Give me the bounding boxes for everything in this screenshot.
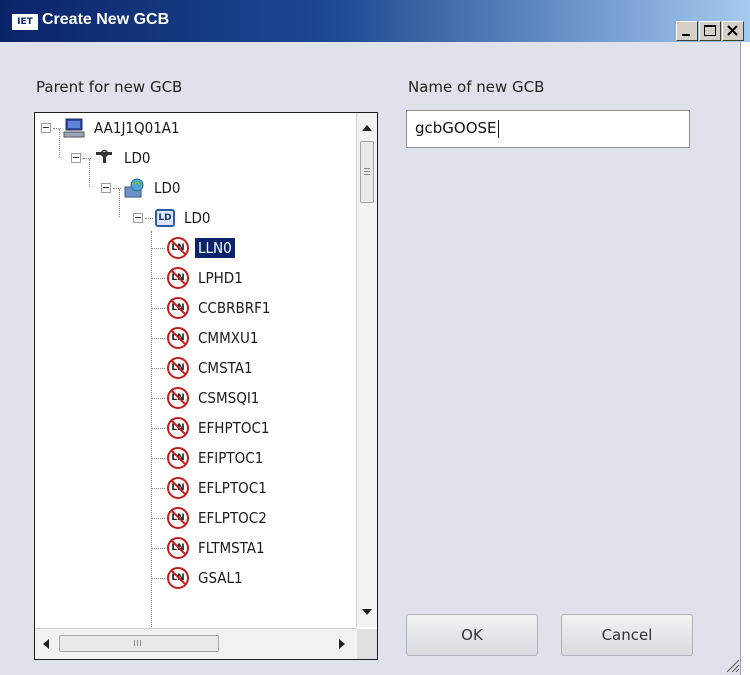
text-caret [497, 119, 499, 138]
parent-tree-view[interactable]: AA1J1Q01A1 LD0 LD0 LD LD0 LN LLN0 LN LPHD1 L… [34, 112, 378, 660]
logical-node-icon: LN [167, 507, 189, 529]
server-globe-icon [123, 177, 145, 199]
tree-node-label: EFLPTOC2 [198, 509, 267, 527]
tree-node-label: CCBRBRF1 [198, 299, 271, 317]
maximize-button[interactable] [699, 21, 721, 41]
close-icon [727, 25, 738, 36]
tree-node-label: EFIPTOC1 [198, 449, 264, 467]
logical-node-icon: LN [167, 327, 189, 349]
parent-label: Parent for new GCB [36, 78, 183, 96]
minimize-button[interactable] [676, 21, 698, 41]
tree-node-label: CSMSQI1 [198, 389, 260, 407]
tree-node-label: LD0 [154, 179, 181, 197]
tree-node-label: LD0 [124, 149, 151, 167]
tree-node-label: EFLPTOC1 [198, 479, 267, 497]
tree-node-label: LD0 [184, 209, 211, 227]
tree-node-label: CMMXU1 [198, 329, 259, 347]
ok-button[interactable]: OK [406, 614, 538, 656]
name-label: Name of new GCB [408, 78, 545, 96]
collapse-toggle[interactable] [41, 123, 51, 133]
tree-node-ln[interactable]: LN CSMSQI1 [151, 383, 262, 413]
logical-device-icon: LD [155, 209, 175, 227]
tree-node-label: AA1J1Q01A1 [94, 119, 180, 137]
scroll-right-icon[interactable] [339, 639, 345, 649]
logical-node-icon: LN [167, 417, 189, 439]
tree-node-level3[interactable]: LD LD0 [133, 203, 214, 233]
tree-node-ln[interactable]: LN EFHPTOC1 [151, 413, 272, 443]
tree-node-ln[interactable]: LN EFLPTOC2 [151, 503, 270, 533]
vertical-scroll-thumb[interactable] [360, 141, 374, 203]
dialog-window: IET Create New GCB Parent for new GCB Na… [0, 0, 750, 675]
tree-node-label: FLTMSTA1 [198, 539, 265, 557]
resize-grip-icon[interactable] [724, 657, 740, 673]
tree-node-label: CMSTA1 [198, 359, 253, 377]
collapse-toggle[interactable] [71, 153, 81, 163]
logical-node-icon: LN [167, 537, 189, 559]
logical-node-icon: LN [167, 387, 189, 409]
maximize-icon [704, 25, 716, 36]
scroll-down-icon[interactable] [362, 609, 372, 615]
title-bar[interactable]: IET Create New GCB [0, 0, 750, 42]
tree-node-ln[interactable]: LN LLN0 [151, 233, 235, 263]
logical-node-icon: LN [167, 477, 189, 499]
tree-node-level2[interactable]: LD0 [101, 173, 184, 203]
scroll-corner [357, 629, 377, 659]
tree-node-label: LLN0 [195, 238, 235, 258]
tree-node-ln[interactable]: LN LPHD1 [151, 263, 246, 293]
logical-node-icon: LN [167, 357, 189, 379]
gcb-name-input[interactable]: gcbGOOSE [406, 110, 690, 148]
minimize-icon [682, 34, 690, 36]
tree-node-ln[interactable]: LN GSAL1 [151, 563, 246, 593]
tree-node-ln[interactable]: LN CMSTA1 [151, 353, 256, 383]
tree-node-label: EFHPTOC1 [198, 419, 270, 437]
tree-node-ln[interactable]: LN EFLPTOC1 [151, 473, 270, 503]
tree-node-ln[interactable]: LN EFIPTOC1 [151, 443, 266, 473]
tree-node-label: LPHD1 [198, 269, 243, 287]
collapse-toggle[interactable] [133, 213, 143, 223]
access-point-icon [93, 147, 115, 169]
logical-node-icon: LN [167, 297, 189, 319]
tree-node-ln[interactable]: LN FLTMSTA1 [151, 533, 268, 563]
close-button[interactable] [722, 21, 744, 41]
tree-node-root[interactable]: AA1J1Q01A1 [41, 113, 183, 143]
logical-node-icon: LN [167, 237, 189, 259]
logical-node-icon: LN [167, 447, 189, 469]
app-logo-icon: IET [12, 14, 38, 30]
tree-node-ln[interactable]: LN CCBRBRF1 [151, 293, 273, 323]
collapse-toggle[interactable] [101, 183, 111, 193]
tree-node-label: GSAL1 [198, 569, 243, 587]
computer-icon [63, 117, 85, 139]
window-title: Create New GCB [42, 11, 170, 28]
scroll-left-icon[interactable] [43, 639, 49, 649]
horizontal-scrollbar[interactable] [35, 628, 357, 659]
gcb-name-value: gcbGOOSE [415, 119, 497, 137]
logical-node-icon: LN [167, 567, 189, 589]
logical-node-icon: LN [167, 267, 189, 289]
vertical-scrollbar[interactable] [356, 113, 377, 627]
tree-node-level1[interactable]: LD0 [71, 143, 154, 173]
horizontal-scroll-thumb[interactable] [59, 635, 219, 652]
scroll-up-icon[interactable] [362, 125, 372, 131]
cancel-button[interactable]: Cancel [561, 614, 693, 656]
tree-node-ln[interactable]: LN CMMXU1 [151, 323, 261, 353]
